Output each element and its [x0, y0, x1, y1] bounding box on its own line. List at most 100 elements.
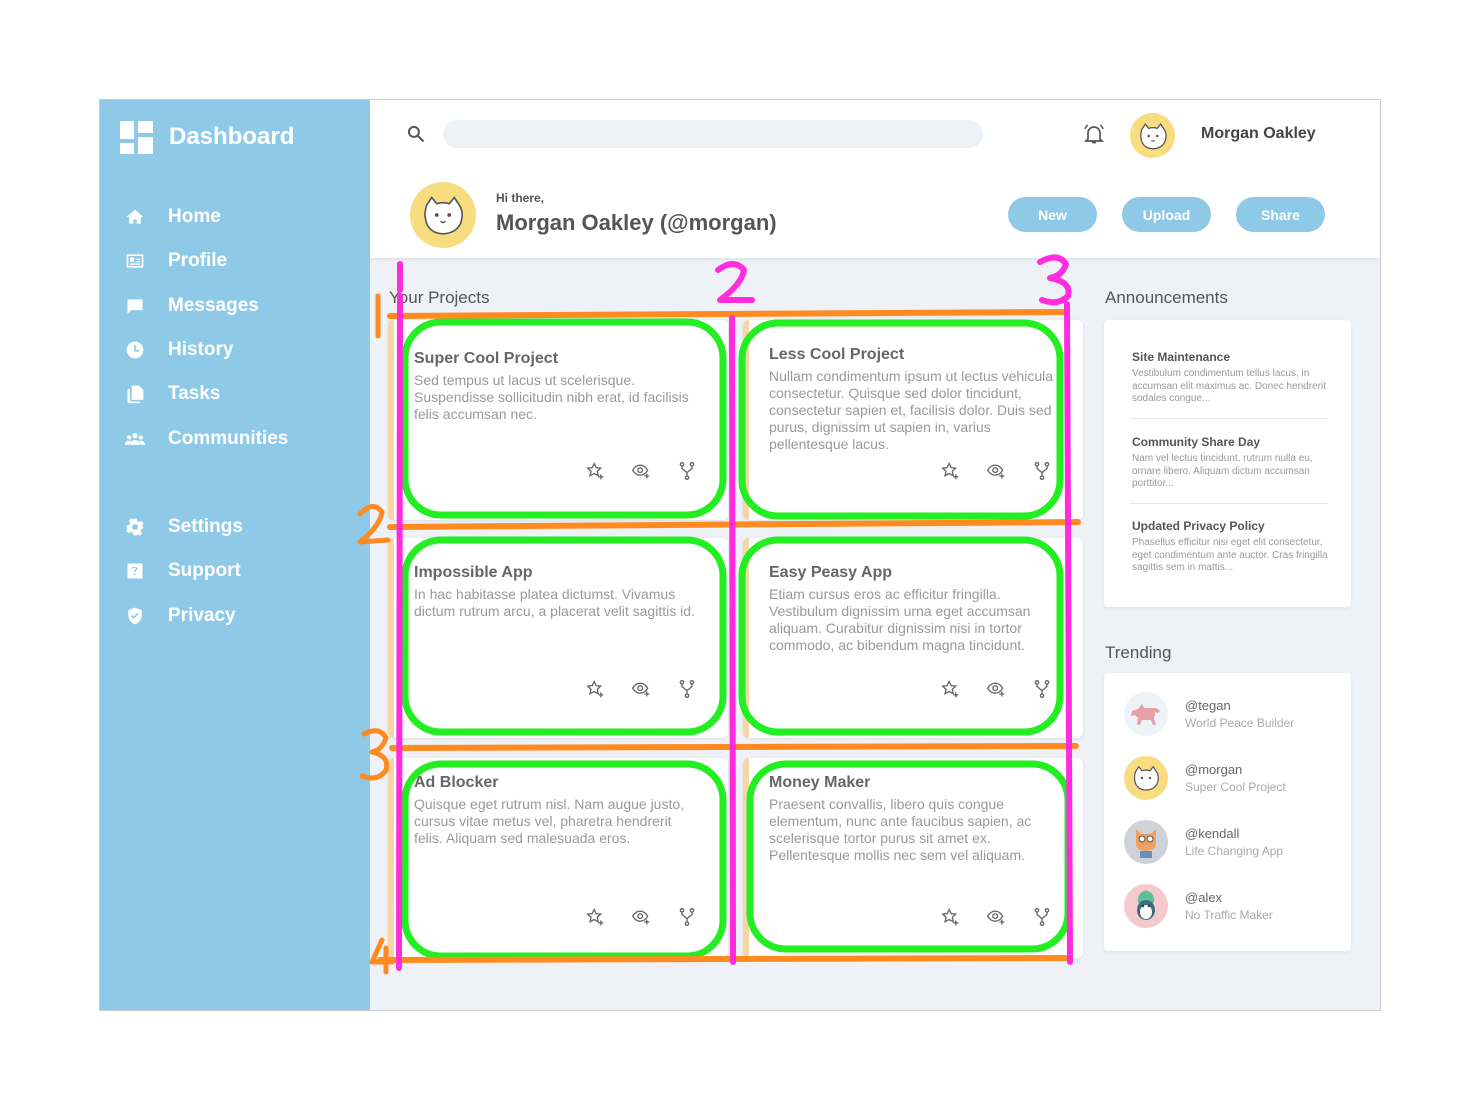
- card-actions: [939, 906, 1053, 928]
- eye-plus-icon[interactable]: [985, 906, 1007, 928]
- sidebar-item-label: Privacy: [168, 604, 236, 626]
- sidebar-item-history[interactable]: History: [124, 328, 354, 372]
- project-card[interactable]: Money Maker Praesent convallis, libero q…: [743, 758, 1083, 958]
- sidebar-main-nav: Home Profile Messages History Tasks Comm…: [124, 195, 354, 461]
- sidebar-item-communities[interactable]: Communities: [124, 416, 354, 460]
- eye-plus-icon[interactable]: [985, 460, 1007, 482]
- sidebar-item-support[interactable]: Support: [124, 549, 354, 593]
- project-description: Sed tempus ut lacus ut scelerisque. Susp…: [414, 372, 689, 422]
- eye-plus-icon[interactable]: [985, 678, 1007, 700]
- dashboard-logo-icon: [120, 120, 153, 154]
- top-username[interactable]: Morgan Oakley: [1201, 125, 1316, 143]
- brand[interactable]: Dashboard: [120, 120, 294, 154]
- star-plus-icon[interactable]: [584, 678, 606, 700]
- sidebar-item-settings[interactable]: Settings: [124, 505, 354, 549]
- sidebar-item-profile[interactable]: Profile: [124, 239, 354, 283]
- trending-item[interactable]: @tegan World Peace Builder: [1124, 691, 1334, 737]
- greeting-text: Hi there,: [496, 191, 545, 205]
- search-icon[interactable]: [406, 124, 426, 144]
- fork-icon[interactable]: [676, 460, 698, 482]
- star-plus-icon[interactable]: [584, 906, 606, 928]
- trending-project: No Traffic Maker: [1185, 908, 1273, 922]
- profile-avatar: [410, 182, 476, 248]
- project-title: Less Cool Project: [769, 346, 905, 363]
- project-description: Quisque eget rutrum nisl. Nam augue just…: [414, 796, 685, 846]
- eye-plus-icon[interactable]: [630, 460, 652, 482]
- sidebar-item-label: Settings: [168, 516, 243, 538]
- eye-plus-icon[interactable]: [630, 906, 652, 928]
- people-icon: [124, 429, 146, 449]
- sidebar-item-messages[interactable]: Messages: [124, 284, 354, 328]
- fork-icon[interactable]: [676, 678, 698, 700]
- project-card[interactable]: Super Cool Project Sed tempus ut lacus u…: [388, 320, 728, 520]
- documents-icon: [124, 384, 146, 404]
- new-button[interactable]: New: [1008, 197, 1097, 232]
- project-card[interactable]: Easy Peasy App Etiam cursus eros ac effi…: [743, 538, 1083, 738]
- star-plus-icon[interactable]: [939, 906, 961, 928]
- profile-name: Morgan Oakley (@morgan): [496, 210, 777, 235]
- upload-button[interactable]: Upload: [1122, 197, 1211, 232]
- trending-project: Life Changing App: [1185, 844, 1284, 858]
- trending-item[interactable]: @alex No Traffic Maker: [1124, 883, 1334, 929]
- sidebar-secondary-nav: Settings Support Privacy: [124, 505, 354, 638]
- announcements-title: Announcements: [1105, 288, 1228, 307]
- shield-icon: [124, 606, 146, 626]
- sidebar-item-tasks[interactable]: Tasks: [124, 372, 354, 416]
- bell-icon[interactable]: [1082, 122, 1106, 146]
- fork-icon[interactable]: [1031, 678, 1053, 700]
- share-button[interactable]: Share: [1236, 197, 1325, 232]
- announcement-item[interactable]: Community Share Day Nam vel lectus tinci…: [1132, 435, 1328, 491]
- project-card[interactable]: Less Cool Project Nullam condimentum ips…: [743, 320, 1083, 520]
- sidebar-item-privacy[interactable]: Privacy: [124, 594, 354, 638]
- announcement-title: Updated Privacy Policy: [1132, 519, 1265, 533]
- trending-project: Super Cool Project: [1185, 780, 1286, 794]
- card-actions: [939, 678, 1053, 700]
- announcement-item[interactable]: Updated Privacy Policy Phasellus efficit…: [1132, 519, 1328, 575]
- announcements-panel: Site Maintenance Vestibulum condimentum …: [1104, 320, 1351, 607]
- project-card[interactable]: Ad Blocker Quisque eget rutrum nisl. Nam…: [388, 758, 728, 958]
- project-title: Money Maker: [769, 774, 871, 791]
- project-description: In hac habitasse platea dictumst. Vivamu…: [414, 586, 695, 619]
- cat-avatar-icon: [424, 196, 464, 235]
- star-plus-icon[interactable]: [584, 460, 606, 482]
- sidebar-item-home[interactable]: Home: [124, 195, 354, 239]
- project-card[interactable]: Impossible App In hac habitasse platea d…: [388, 538, 728, 738]
- fork-icon[interactable]: [1031, 460, 1053, 482]
- card-actions: [584, 906, 698, 928]
- trending-title: Trending: [1105, 643, 1172, 662]
- card-actions: [584, 460, 698, 482]
- top-bar: Morgan Oakley: [370, 100, 1380, 170]
- trending-item[interactable]: @morgan Super Cool Project: [1124, 755, 1334, 801]
- announcement-desc: Vestibulum condimentum tellus lacus, in …: [1132, 368, 1326, 404]
- help-icon: [124, 561, 146, 581]
- clock-icon: [124, 340, 146, 360]
- project-title: Easy Peasy App: [769, 564, 893, 581]
- trending-handle: @kendall: [1185, 826, 1240, 841]
- search-input[interactable]: [443, 120, 983, 148]
- announcement-title: Site Maintenance: [1132, 350, 1231, 364]
- trending-handle: @tegan: [1185, 698, 1231, 713]
- sidebar-item-label: Home: [168, 206, 221, 228]
- project-title: Impossible App: [414, 564, 533, 581]
- card-actions: [939, 460, 1053, 482]
- announcement-item[interactable]: Site Maintenance Vestibulum condimentum …: [1132, 350, 1328, 406]
- app-title: Dashboard: [169, 123, 295, 150]
- app-window: Dashboard Home Profile Messages History …: [99, 99, 1381, 1011]
- trending-item[interactable]: @kendall Life Changing App: [1124, 819, 1334, 865]
- fork-icon[interactable]: [1031, 906, 1053, 928]
- user-avatar[interactable]: [1130, 113, 1175, 158]
- project-title: Ad Blocker: [414, 774, 499, 791]
- star-plus-icon[interactable]: [939, 678, 961, 700]
- sidebar-item-label: Communities: [168, 427, 289, 449]
- fork-icon[interactable]: [676, 906, 698, 928]
- card-actions: [584, 678, 698, 700]
- project-description: Praesent convallis, libero quis congue e…: [769, 796, 1032, 863]
- trending-panel: @tegan World Peace Builder @morgan Super C…: [1104, 673, 1351, 951]
- sidebar-item-label: Tasks: [168, 383, 221, 405]
- sidebar-item-label: History: [168, 339, 234, 361]
- penguin-avatar-icon: [1124, 884, 1168, 928]
- gear-icon: [124, 517, 146, 537]
- announcement-desc: Nam vel lectus tincidunt, rutrum nulla e…: [1132, 453, 1313, 489]
- eye-plus-icon[interactable]: [630, 678, 652, 700]
- star-plus-icon[interactable]: [939, 460, 961, 482]
